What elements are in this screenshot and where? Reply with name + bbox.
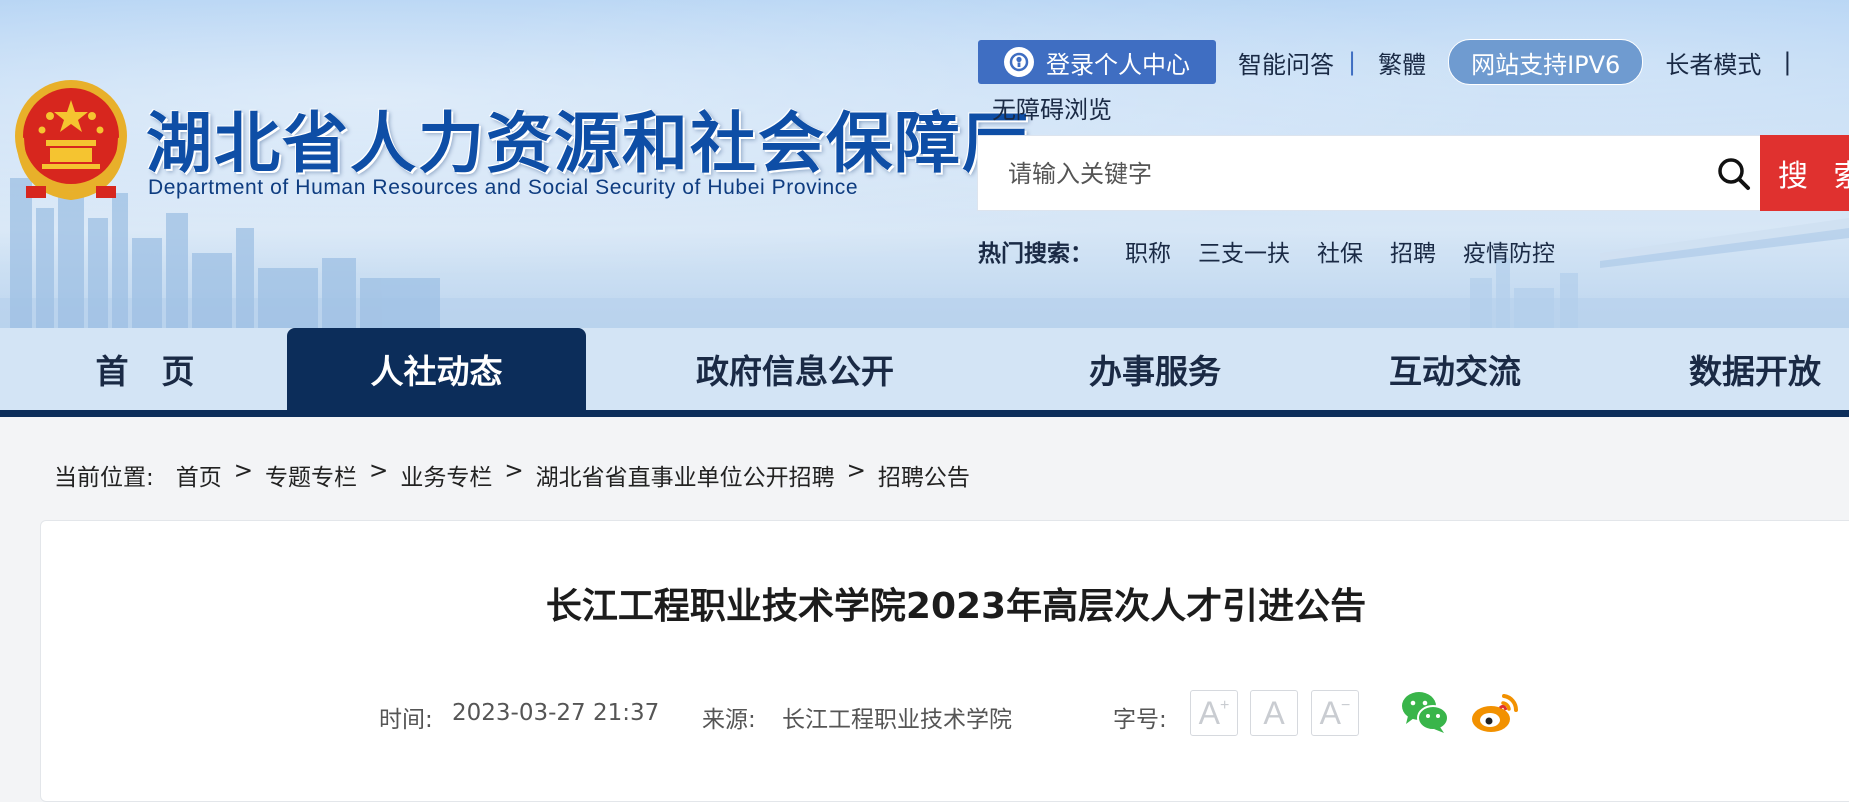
ipv6-badge[interactable]: 网站支持IPV6: [1448, 39, 1644, 85]
breadcrumb-item[interactable]: 业务专栏: [400, 458, 492, 492]
smart-qa-link[interactable]: 智能问答: [1238, 45, 1334, 80]
article-card: [40, 520, 1849, 802]
elder-mode-link[interactable]: 长者模式: [1665, 45, 1761, 80]
publish-time: 2023-03-27 21:37: [452, 700, 660, 726]
font-size-label: 字号:: [1113, 707, 1167, 733]
nav-hr-news[interactable]: 人社动态: [287, 328, 586, 410]
breadcrumb-item[interactable]: 专题专栏: [265, 458, 357, 492]
site-header: 湖北省人力资源和社会保障厅 Department of Human Resour…: [0, 0, 1849, 328]
source-label: 来源:: [702, 707, 756, 733]
font-normal-button[interactable]: A: [1250, 690, 1298, 736]
hot-search-label: 热门搜索：: [978, 241, 1093, 267]
hot-search-item[interactable]: 疫情防控: [1463, 234, 1555, 268]
user-icon: [1004, 47, 1034, 77]
nav-underline: [0, 410, 1849, 417]
font-smaller-label: A: [1319, 694, 1341, 731]
breadcrumb-separator: >: [504, 458, 524, 484]
hot-search: 热门搜索： 职称 三支一扶 社保 招聘 疫情防控: [978, 234, 1582, 268]
accessible-browse-link[interactable]: 无障碍浏览: [992, 90, 1112, 125]
nav-home[interactable]: 首 页: [55, 328, 235, 410]
wechat-icon[interactable]: [1400, 688, 1450, 736]
breadcrumb-separator: >: [369, 458, 389, 484]
hot-search-item[interactable]: 职称: [1125, 234, 1171, 268]
site-subtitle: Department of Human Resources and Social…: [148, 176, 859, 199]
main-nav: 首 页 人社动态 政府信息公开 办事服务 互动交流 数据开放: [0, 328, 1849, 410]
traditional-chinese-link[interactable]: 繁體: [1378, 45, 1426, 80]
search-input[interactable]: [978, 136, 1710, 212]
article-source: 长江工程职业技术学院: [782, 707, 1012, 733]
font-smaller-button[interactable]: A −: [1311, 690, 1359, 736]
font-larger-label: A: [1198, 694, 1220, 731]
time-label: 时间:: [379, 707, 433, 733]
nav-services[interactable]: 办事服务: [1050, 328, 1260, 410]
login-label: 登录个人中心: [1046, 50, 1190, 79]
weibo-icon[interactable]: [1470, 688, 1520, 736]
breadcrumb-item[interactable]: 招聘公告: [878, 458, 970, 492]
search-box: 搜 索: [977, 135, 1849, 212]
nav-gov-info[interactable]: 政府信息公开: [660, 328, 930, 410]
nav-interaction[interactable]: 互动交流: [1350, 328, 1560, 410]
breadcrumb-item[interactable]: 湖北省省直事业单位公开招聘: [536, 458, 835, 492]
search-icon[interactable]: [1716, 156, 1752, 192]
font-normal-label: A: [1263, 694, 1285, 731]
divider: |: [1348, 48, 1357, 76]
breadcrumb: 当前位置: 首页 > 专题专栏 > 业务专栏 > 湖北省省直事业单位公开招聘 >…: [54, 458, 970, 492]
hot-search-item[interactable]: 社保: [1317, 234, 1363, 268]
font-larger-button[interactable]: A +: [1190, 690, 1238, 736]
top-links-bar: 登录个人中心 智能问答 | 繁體 网站支持IPV6 长者模式 |: [978, 39, 1791, 85]
article-title: 长江工程职业技术学院2023年高层次人才引进公告: [545, 586, 1367, 627]
search-button[interactable]: 搜 索: [1760, 135, 1849, 211]
breadcrumb-separator: >: [233, 458, 254, 484]
hot-search-item[interactable]: 招聘: [1390, 234, 1436, 268]
site-title: 湖北省人力资源和社会保障厅: [146, 105, 1030, 182]
breadcrumb-item[interactable]: 首页: [176, 458, 222, 492]
breadcrumb-separator: >: [846, 458, 866, 484]
nav-open-data[interactable]: 数据开放: [1650, 328, 1849, 410]
breadcrumb-label: 当前位置:: [54, 465, 154, 491]
hot-search-item[interactable]: 三支一扶: [1198, 234, 1290, 268]
national-emblem-logo: [15, 80, 127, 201]
login-personal-center-button[interactable]: 登录个人中心: [978, 40, 1216, 84]
divider: |: [1783, 48, 1792, 76]
